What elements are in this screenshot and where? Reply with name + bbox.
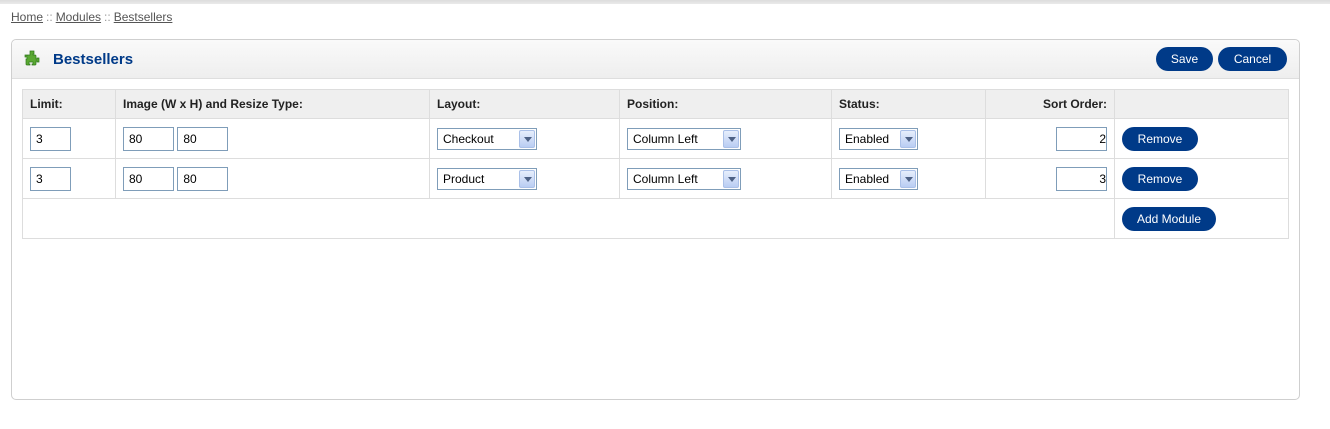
breadcrumb-separator: ::	[46, 10, 53, 24]
remove-button[interactable]: Remove	[1122, 126, 1198, 151]
image-width-input[interactable]: 80	[123, 126, 174, 151]
limit-input[interactable]: 3	[30, 166, 71, 191]
remove-button[interactable]: Remove	[1122, 166, 1198, 191]
table-footer-row: Add Module	[22, 198, 1289, 239]
chevron-down-icon	[519, 129, 535, 148]
layout-select-value: Checkout	[443, 131, 494, 146]
footer-spacer	[22, 198, 1115, 239]
col-sort-order-header: Sort Order:	[985, 89, 1115, 119]
image-height-input[interactable]: 80	[177, 126, 229, 151]
page: Home:: Modules:: Bestsellers Bestsellers S…	[0, 4, 1330, 429]
chevron-down-icon	[519, 169, 535, 188]
col-position-header: Position:	[619, 89, 832, 119]
col-limit-header: Limit:	[22, 89, 116, 119]
limit-input[interactable]: 3	[30, 126, 71, 151]
table-header-row: Limit: Image (W x H) and Resize Type: La…	[22, 89, 1289, 119]
layout-select[interactable]: Checkout	[437, 127, 537, 150]
module-table: Limit: Image (W x H) and Resize Type: La…	[22, 89, 1289, 239]
status-select-value: Enabled	[845, 171, 890, 186]
position-select-value: Column Left	[633, 131, 698, 146]
layout-select[interactable]: Product	[437, 167, 537, 190]
sort-order-input[interactable]: 2	[1056, 126, 1107, 151]
col-action-header	[1114, 89, 1289, 119]
chevron-down-icon	[723, 169, 739, 188]
page-title: Bestsellers	[53, 51, 134, 68]
col-status-header: Status:	[831, 89, 986, 119]
layout-select-value: Product	[443, 171, 485, 186]
breadcrumb-modules-link[interactable]: Modules	[56, 10, 101, 24]
status-select[interactable]: Enabled	[839, 127, 918, 150]
module-box: Bestsellers Save Cancel Limit: Image (W …	[11, 39, 1300, 400]
breadcrumb: Home:: Modules:: Bestsellers	[11, 10, 172, 24]
chevron-down-icon	[723, 129, 739, 148]
status-select-value: Enabled	[845, 131, 890, 146]
position-select-value: Column Left	[633, 171, 698, 186]
status-select[interactable]: Enabled	[839, 167, 918, 190]
position-select[interactable]: Column Left	[627, 167, 741, 190]
col-layout-header: Layout:	[429, 89, 620, 119]
sort-order-input[interactable]: 3	[1056, 166, 1107, 191]
position-select[interactable]: Column Left	[627, 127, 741, 150]
image-width-input[interactable]: 80	[123, 166, 174, 191]
breadcrumb-separator: ::	[104, 10, 111, 24]
chevron-down-icon	[900, 169, 916, 188]
table-row: 3 80 80 Product Column Left Enabled 3 Re…	[22, 158, 1289, 199]
add-module-button[interactable]: Add Module	[1122, 206, 1216, 231]
puzzle-icon	[24, 50, 40, 66]
breadcrumb-bestsellers-link[interactable]: Bestsellers	[114, 10, 173, 24]
breadcrumb-home-link[interactable]: Home	[11, 10, 43, 24]
table-row: 3 80 80 Checkout Column Left Enabled 2 R…	[22, 118, 1289, 159]
chevron-down-icon	[900, 129, 916, 148]
col-image-header: Image (W x H) and Resize Type:	[115, 89, 430, 119]
cancel-button[interactable]: Cancel	[1218, 47, 1287, 71]
image-height-input[interactable]: 80	[177, 166, 229, 191]
save-button[interactable]: Save	[1156, 47, 1213, 71]
box-heading: Bestsellers Save Cancel	[12, 40, 1299, 79]
